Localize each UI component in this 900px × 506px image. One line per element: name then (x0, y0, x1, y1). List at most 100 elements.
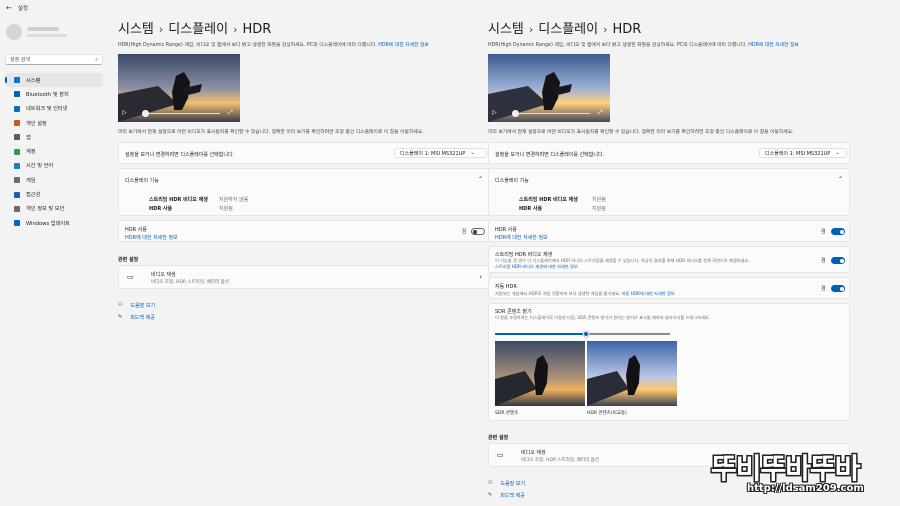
play-icon[interactable]: ▷ (122, 109, 127, 116)
sdr-brightness-card: SDR 콘텐츠 밝기 이 창을 조정하려는 디스플레이로 이동한 다음, SDR… (488, 303, 850, 421)
breadcrumb-hdr: HDR (242, 22, 272, 37)
related-heading-right: 관련 설정 (488, 435, 509, 441)
auto-hdr-title: 자동 HDR (495, 284, 517, 290)
stream-hdr-title: 스트리밍 HDR 비디오 재생 (495, 252, 553, 258)
sidebar-item-7[interactable]: 게임 (5, 173, 103, 187)
app-title: 설정 (17, 6, 28, 12)
sidebar-item-9[interactable]: 개인 정보 및 보안 (5, 202, 103, 216)
sidebar-item-label: Bluetooth 및 장치 (26, 91, 69, 98)
play-icon[interactable]: ▷ (492, 109, 497, 116)
display-dropdown[interactable]: 디스플레이 1: MSI MS321UP ⌄ (394, 148, 487, 158)
video-seek-track[interactable] (142, 113, 220, 114)
sidebar-item-2[interactable]: 네트워크 및 인터넷 (5, 102, 103, 116)
back-arrow-icon[interactable]: ← (6, 4, 12, 12)
account-icon (14, 148, 20, 155)
sidebar-item-1[interactable]: Bluetooth 및 장치 (5, 87, 103, 101)
fullscreen-icon[interactable]: ⤢ (598, 109, 603, 117)
chevron-up-icon[interactable]: ⌃ (838, 176, 843, 183)
hdr-sample-image (587, 341, 677, 406)
use-hdr-row-right: HDR 사용 HDR에 대한 자세한 정보 켬 (488, 220, 850, 242)
video-playback-title: 비디오 재생 (151, 272, 176, 278)
hdr-video-preview-right[interactable]: ▷ ⤢ (488, 54, 610, 122)
select-display-label: 설정을 보거나 변경하려면 디스플레이를 선택합니다. (125, 152, 235, 158)
cap-stream-value: 지원하지 않음 (219, 197, 249, 203)
auto-hdr-link[interactable]: 자동 HDR에 대한 자세한 정보 (622, 291, 675, 296)
hdr-info-link[interactable]: HDR에 대한 자세한 정보 (378, 43, 429, 48)
sidebar-item-4[interactable]: 앱 (5, 130, 103, 144)
video-icon: ▭ (497, 451, 504, 459)
watermark-title: 뚜비뚜바뚜바 (711, 452, 861, 485)
use-hdr-toggle-on[interactable] (831, 228, 845, 235)
chevron-down-icon: ⌄ (470, 150, 475, 156)
search-icon: ⌕ (95, 56, 98, 63)
search-placeholder: 설정 검색 (10, 57, 30, 63)
time-language-icon (14, 162, 20, 169)
user-profile[interactable] (0, 16, 108, 48)
cap-hdr-label: HDR 사용 (149, 206, 173, 212)
use-hdr-row: HDR 사용 HDR에 대한 자세한 정보 끔 (118, 220, 490, 242)
display-capabilities: 디스플레이 기능 ⌃ 스트리밍 HDR 비디오 재생 지원하지 않음 HDR 사… (118, 168, 490, 216)
right-panel: 시스템 › 디스플레이 › HDR HDR(High Dynamic Range) 게임… (478, 0, 900, 506)
hdr-video-preview[interactable]: ▷ ⤢ (118, 54, 240, 122)
get-help-link-right[interactable]: ⚇ 도움말 보기 (488, 480, 525, 487)
sidebar-item-3[interactable]: 개인 설정 (5, 116, 103, 130)
sidebar-item-10[interactable]: Windows 업데이트 (5, 216, 103, 230)
use-hdr-link[interactable]: HDR에 대한 자세한 정보 (125, 234, 178, 241)
shield-icon (14, 205, 20, 212)
video-playback-link[interactable]: ▭ 비디오 재생 비디오 조정, HDR 스트리밍, 배터리 옵션 › (118, 265, 490, 289)
sidebar-item-label: Windows 업데이트 (26, 220, 70, 227)
select-display-row: 설정을 보거나 변경하려면 디스플레이를 선택합니다. 디스플레이 1: MSI… (118, 142, 490, 164)
sdr-slider-fill (495, 333, 586, 335)
get-help-link[interactable]: ⚇ 도움말 보기 (118, 302, 155, 309)
chevron-down-icon: ⌄ (835, 150, 840, 156)
related-heading: 관련 설정 (118, 257, 139, 263)
help-icon: ⚇ (118, 302, 123, 308)
feedback-link[interactable]: ✎ 피드백 제공 (118, 314, 155, 321)
system-icon (14, 77, 20, 84)
help-icon: ⚇ (488, 480, 493, 486)
breadcrumb: 시스템 › 디스플레이 › HDR (118, 22, 272, 37)
stream-hdr-link[interactable]: 스트리밍 HDR 비디오 재생에 대한 자세한 정보 (495, 264, 578, 270)
breadcrumb-system[interactable]: 시스템 (118, 22, 154, 37)
sidebar-item-label: 네트워크 및 인터넷 (26, 106, 68, 113)
bluetooth-icon (14, 91, 20, 98)
display-capabilities-right: 디스플레이 기능 ⌃ 스트리밍 HDR 비디오 재생 지원됨 HDR 사용 지원… (488, 168, 850, 216)
preview-note: 미리 보기에서 현재 설정으로 어떤 비디오가 표시될지를 확인할 수 있습니다… (118, 130, 424, 135)
gaming-icon (14, 177, 20, 184)
feedback-link-right[interactable]: ✎ 피드백 제공 (488, 492, 525, 499)
hdr-caption: HDR 콘텐츠(비교용) (587, 411, 627, 416)
feedback-icon: ✎ (488, 492, 493, 498)
sidebar-item-5[interactable]: 계정 (5, 144, 103, 158)
sdr-caption: SDR 콘텐츠 (495, 411, 519, 416)
auto-hdr-toggle[interactable] (831, 285, 845, 292)
sdr-desc: 이 창을 조정하려는 디스플레이로 이동한 다음, SDR 콘텐츠 밝기가 원하… (495, 315, 711, 320)
sidebar-item-6[interactable]: 시간 및 언어 (5, 159, 103, 173)
accessibility-icon (14, 191, 20, 198)
video-seek-track[interactable] (512, 113, 590, 114)
stream-hdr-row: 스트리밍 HDR 비디오 재생 이 기능을 켠 경우 이 디스플레이에서 HDR… (488, 246, 850, 273)
brush-icon (14, 120, 20, 127)
sdr-title: SDR 콘텐츠 밝기 (495, 309, 532, 315)
display-dropdown-right[interactable]: 디스플레이 1: MSI MS321UP ⌄ (759, 148, 847, 158)
hdr-intro-right: HDR(High Dynamic Range) 게임, 비디오 및 앱에서 보다… (488, 43, 799, 48)
auto-hdr-row: 자동 HDR 지원되는 게임에서 HDR로 자동 전환하여 보다 생생한 게임을… (488, 277, 850, 299)
sidebar-item-label: 시스템 (26, 77, 41, 84)
fullscreen-icon[interactable]: ⤢ (228, 109, 233, 117)
breadcrumb-display[interactable]: 디스플레이 (168, 22, 228, 37)
sdr-slider-thumb[interactable] (583, 330, 589, 337)
stream-hdr-toggle[interactable] (831, 257, 845, 264)
hdr-intro: HDR(High Dynamic Range) 게임, 비디오 및 앱에서 보다… (118, 43, 429, 48)
sidebar-item-label: 개인 정보 및 보안 (26, 206, 65, 213)
capabilities-title: 디스플레이 기능 (125, 178, 159, 184)
network-icon (14, 105, 20, 112)
search-input[interactable]: 설정 검색 ⌕ (5, 54, 103, 65)
sidebar-item-8[interactable]: 접근성 (5, 187, 103, 201)
toggle-off-label: 끔 (462, 229, 467, 235)
windows-update-icon (14, 220, 20, 227)
sidebar-item-label: 앱 (26, 134, 31, 141)
breadcrumb-right: 시스템 › 디스플레이 › HDR (488, 22, 642, 37)
toggle-on-label: 켬 (821, 229, 826, 235)
avatar (6, 24, 22, 40)
sidebar-item-0[interactable]: 시스템 (5, 73, 103, 88)
profile-email-blurred (27, 34, 67, 37)
